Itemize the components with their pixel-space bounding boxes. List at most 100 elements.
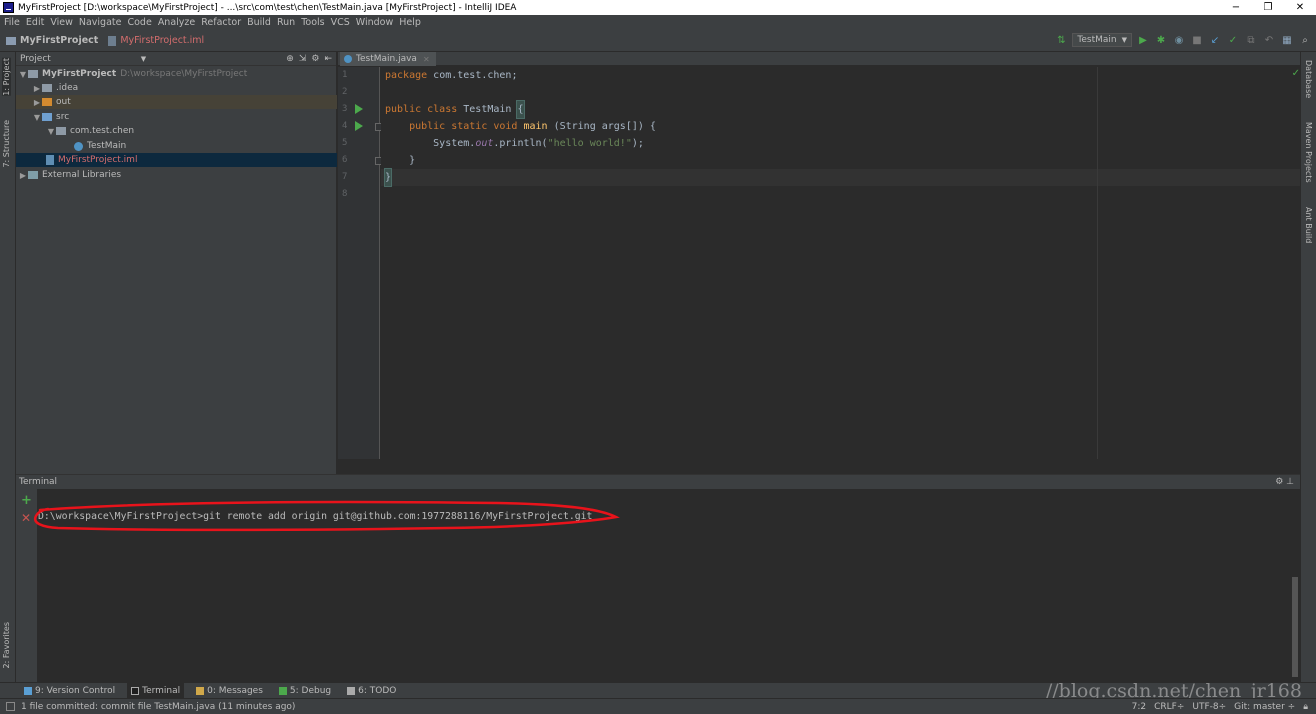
expand-arrow-icon[interactable]: ▶	[32, 84, 42, 93]
stop-icon[interactable]: ■	[1190, 33, 1204, 47]
editor-tab-bar: TestMain.java ✕	[338, 52, 1300, 66]
collapse-all-icon[interactable]: ⇲	[299, 54, 307, 64]
tree-item-testmain[interactable]: TestMain	[16, 139, 337, 153]
tool-tab-terminal[interactable]: Terminal	[127, 683, 185, 698]
coverage-icon[interactable]: ◉	[1172, 33, 1186, 47]
tool-tab-version-control[interactable]: 9: Version Control	[20, 683, 119, 698]
menu-window[interactable]: Window	[356, 17, 393, 28]
tool-tab-messages[interactable]: 0: Messages	[192, 683, 267, 698]
menu-vcs[interactable]: VCS	[331, 17, 350, 28]
tool-tab-project[interactable]: 1: Project	[2, 58, 11, 96]
file-encoding[interactable]: UTF-8÷	[1192, 702, 1226, 712]
tab-testmain-java[interactable]: TestMain.java ✕	[340, 52, 436, 66]
tree-item-package[interactable]: ▼ com.test.chen	[16, 124, 337, 138]
revert-icon[interactable]: ↶	[1262, 33, 1276, 47]
menu-bar: File Edit View Navigate Code Analyze Ref…	[0, 15, 1316, 30]
project-panel-header: Project ▼ ⊕ ⇲ ⚙ ⇤	[16, 52, 336, 66]
chevron-down-icon[interactable]: ▼	[141, 55, 146, 63]
menu-navigate[interactable]: Navigate	[79, 17, 122, 28]
tool-tab-label: Terminal	[142, 685, 181, 696]
code-line-5: System.out.println("hello world!");	[385, 135, 644, 152]
vcs-update-icon[interactable]: ↙	[1208, 33, 1222, 47]
expand-arrow-icon[interactable]: ▶	[18, 171, 28, 180]
terminal-title: Terminal	[19, 477, 58, 487]
tree-item-project-root[interactable]: ▼ MyFirstProject D:\workspace\MyFirstPro…	[16, 67, 337, 81]
menu-build[interactable]: Build	[247, 17, 271, 28]
project-view-select[interactable]: Project	[20, 54, 51, 64]
debug-icon[interactable]: ✱	[1154, 33, 1168, 47]
tree-item-out[interactable]: ▶ out	[16, 95, 337, 109]
todo-icon	[347, 686, 356, 695]
vcs-compare-icon[interactable]: ⧉	[1244, 33, 1258, 47]
menu-file[interactable]: File	[4, 17, 20, 28]
tab-label: TestMain.java	[356, 54, 417, 64]
code-token: }	[385, 155, 416, 166]
left-tool-strip: 1: Project 7: Structure 2: Favorites	[0, 52, 16, 682]
terminal-scrollbar[interactable]	[1292, 577, 1298, 677]
menu-analyze[interactable]: Analyze	[158, 17, 195, 28]
close-window-button[interactable]: ✕	[1284, 2, 1316, 13]
expand-arrow-icon[interactable]: ▶	[32, 98, 42, 107]
tree-item-src[interactable]: ▼ src	[16, 110, 337, 124]
tool-tab-debug[interactable]: 5: Debug	[275, 683, 335, 698]
tool-tab-database[interactable]: Database	[1304, 60, 1313, 98]
tree-item-label: MyFirstProject.iml	[58, 155, 138, 165]
menu-run[interactable]: Run	[277, 17, 295, 28]
line-number: 4	[342, 121, 348, 131]
minimize-button[interactable]: −	[1220, 2, 1252, 13]
run-configuration-select[interactable]: TestMain ▼	[1072, 33, 1132, 47]
settings-icon[interactable]: ⚙	[311, 54, 319, 64]
tool-tab-favorites[interactable]: 2: Favorites	[2, 622, 11, 668]
project-structure-icon[interactable]: ▦	[1280, 33, 1294, 47]
scroll-from-source-icon[interactable]: ⊕	[286, 54, 294, 64]
run-gutter-icon[interactable]	[355, 104, 363, 114]
code-editor[interactable]: package com.test.chen; public class Test…	[381, 67, 1300, 459]
tree-item-label: External Libraries	[42, 170, 122, 180]
code-token: System.	[385, 138, 476, 149]
run-icon[interactable]: ▶	[1136, 33, 1150, 47]
line-number: 8	[342, 189, 348, 199]
tree-item-iml[interactable]: MyFirstProject.iml	[16, 153, 337, 167]
menu-tools[interactable]: Tools	[301, 17, 324, 28]
code-line-6: }	[385, 152, 415, 169]
breadcrumb-project[interactable]: MyFirstProject	[20, 35, 98, 46]
tool-tab-todo[interactable]: 6: TODO	[343, 683, 400, 698]
red-annotation-outline	[33, 500, 620, 532]
breadcrumb-file[interactable]: MyFirstProject.iml	[120, 35, 204, 46]
toggle-tool-windows-icon[interactable]	[6, 702, 15, 711]
search-icon[interactable]: ⌕	[1298, 33, 1312, 47]
status-message[interactable]: 1 file committed: commit file TestMain.j…	[21, 702, 295, 712]
menu-help[interactable]: Help	[399, 17, 421, 28]
folder-icon	[42, 98, 52, 106]
code-line-7: }	[383, 168, 393, 187]
code-token: "hello world!"	[547, 138, 632, 149]
hide-panel-icon[interactable]: ⇤	[324, 54, 332, 64]
folder-icon	[42, 113, 52, 121]
tool-tab-maven[interactable]: Maven Projects	[1304, 122, 1313, 183]
maximize-button[interactable]: ❐	[1252, 2, 1284, 13]
build-icon[interactable]: ⇅	[1054, 33, 1068, 47]
settings-icon[interactable]: ⚙ ⊥	[1275, 477, 1294, 487]
tool-tab-label: 6: TODO	[358, 685, 397, 696]
tree-item-external-libraries[interactable]: ▶ External Libraries	[16, 168, 337, 182]
tool-tab-structure[interactable]: 7: Structure	[2, 120, 11, 168]
menu-view[interactable]: View	[50, 17, 73, 28]
menu-edit[interactable]: Edit	[26, 17, 44, 28]
menu-code[interactable]: Code	[127, 17, 151, 28]
expand-arrow-icon[interactable]: ▼	[18, 70, 28, 79]
tool-tab-ant[interactable]: Ant Build	[1304, 207, 1313, 243]
menu-refactor[interactable]: Refactor	[201, 17, 241, 28]
tree-item-idea[interactable]: ▶ .idea	[16, 81, 337, 95]
expand-arrow-icon[interactable]: ▼	[32, 113, 42, 122]
close-tab-icon[interactable]: ✕	[423, 55, 430, 64]
git-branch[interactable]: Git: master ÷	[1234, 702, 1295, 712]
folder-icon	[6, 36, 16, 45]
run-gutter-icon[interactable]	[355, 121, 363, 131]
vcs-commit-icon[interactable]: ✓	[1226, 33, 1240, 47]
lock-icon[interactable]: 🔒︎	[1303, 702, 1308, 712]
caret-position[interactable]: 7:2	[1132, 702, 1146, 712]
inspection-ok-icon: ✓	[1291, 68, 1300, 79]
line-separator[interactable]: CRLF÷	[1154, 702, 1184, 712]
folder-icon	[42, 84, 52, 92]
expand-arrow-icon[interactable]: ▼	[46, 127, 56, 136]
